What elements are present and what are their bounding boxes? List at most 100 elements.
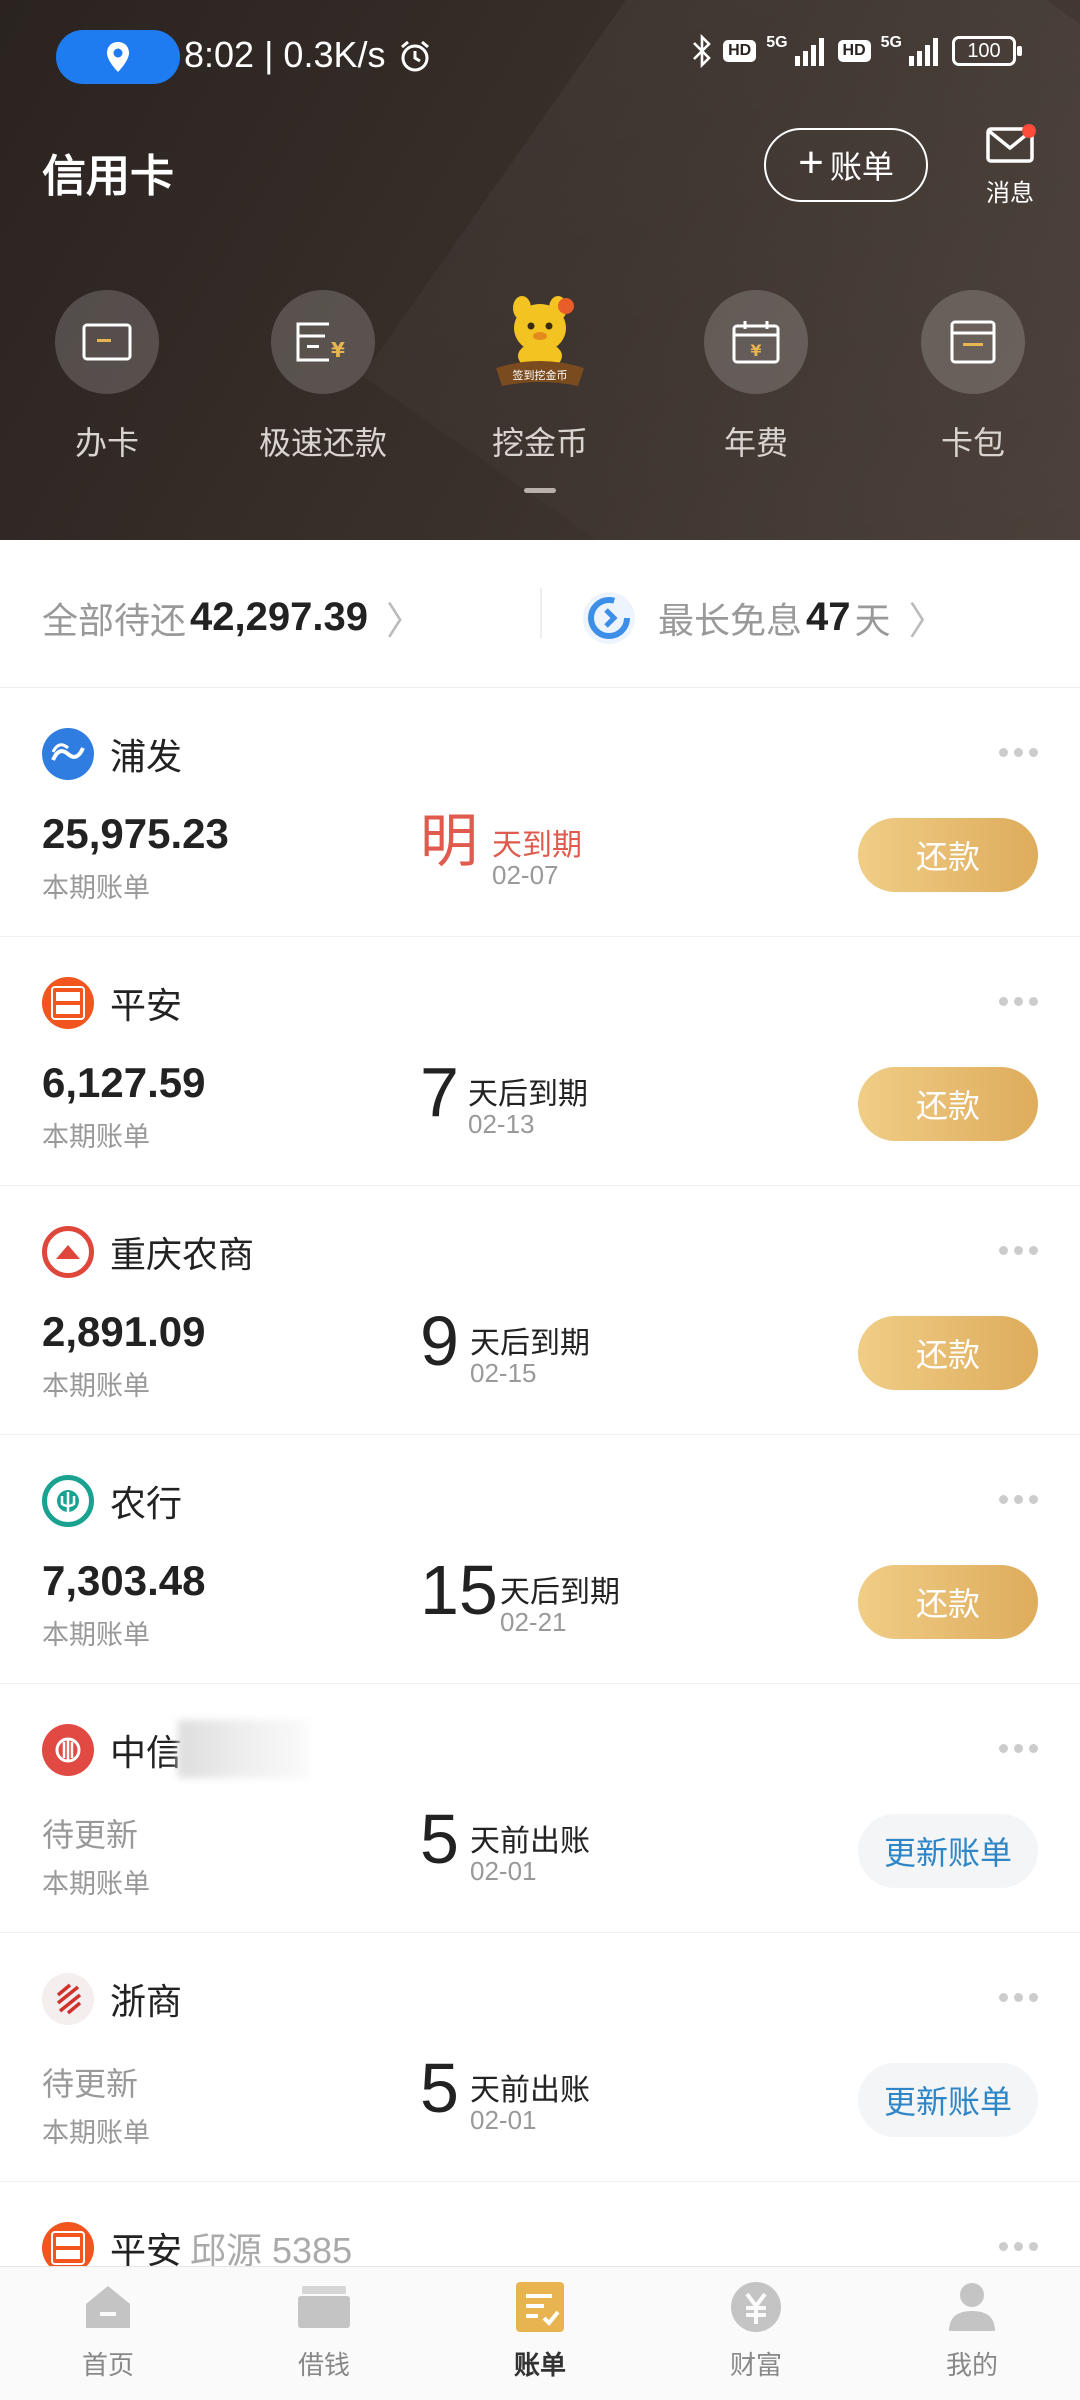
due-days: 15 xyxy=(420,1551,498,1629)
more-icon[interactable] xyxy=(999,1495,1038,1504)
nav-home[interactable]: 首页 xyxy=(0,2279,216,2382)
quick-apply-card[interactable]: 办卡 xyxy=(22,290,192,464)
due-date: 02-01 xyxy=(470,2105,537,2135)
repay-button[interactable]: 还款 xyxy=(858,1067,1038,1141)
bank-name: 浙商 xyxy=(110,1981,183,2022)
nav-label: 首页 xyxy=(81,2350,134,2380)
card-item-cqrcb[interactable]: 重庆农商 2,891.09 本期账单 9 天后到期 02-15 还款 xyxy=(0,1186,1080,1435)
bill-list-icon xyxy=(512,2279,568,2335)
total-due-label: 全部待还 xyxy=(42,599,187,641)
due-days: 明 xyxy=(420,807,479,875)
quick-label: 卡包 xyxy=(940,425,1005,461)
bill-amount-label: 本期账单 xyxy=(42,1122,150,1152)
quick-actions: 办卡 ¥ 极速还款 签到挖金币 挖金币 ¥ 年费 卡包 xyxy=(0,290,1080,490)
hd-badge-2: HD xyxy=(837,40,871,62)
bank-name: 中信 xyxy=(110,1732,183,1773)
bill-amount: 2,891.09 xyxy=(42,1308,206,1355)
unread-dot xyxy=(1022,124,1036,138)
home-icon xyxy=(80,2279,136,2335)
card-item-czbank[interactable]: 浙商 待更新 本期账单 5 天前出账 02-01 更新账单 xyxy=(0,1933,1080,2182)
alarm-icon xyxy=(401,40,429,72)
pingan-logo-icon xyxy=(42,977,94,1029)
bottom-nav: 首页 借钱 账单 财富 我的 xyxy=(0,2266,1080,2400)
update-bill-button[interactable]: 更新账单 xyxy=(858,1814,1038,1888)
citic-logo-icon xyxy=(42,1724,94,1776)
bill-amount: 7,303.48 xyxy=(42,1557,206,1604)
page-title: 信用卡 xyxy=(42,152,174,201)
location-pin-icon xyxy=(107,42,129,72)
more-icon[interactable] xyxy=(999,748,1038,757)
bank-name: 平安 xyxy=(110,985,183,1026)
card-item-spdb[interactable]: 浦发 25,975.23 本期账单 明 天到期 02-07 还款 xyxy=(0,688,1080,937)
total-due[interactable]: 全部待还 42,297.39 〉 xyxy=(42,590,424,645)
svg-text:¥: ¥ xyxy=(750,341,761,360)
repay-button[interactable]: 还款 xyxy=(858,818,1038,892)
nav-label: 我的 xyxy=(945,2350,998,2380)
nav-label: 借钱 xyxy=(297,2350,350,2380)
status-time-speed: 8:02 | 0.3K/s xyxy=(184,34,386,75)
quick-annual-fee[interactable]: ¥ 年费 xyxy=(671,290,841,464)
nav-wealth[interactable]: 财富 xyxy=(648,2279,864,2382)
5g-label-2: 5G xyxy=(880,34,902,51)
fast-repay-icon: ¥ xyxy=(271,290,375,394)
nav-borrow[interactable]: 借钱 xyxy=(216,2279,432,2382)
interest-free[interactable]: 最长免息 47 天 〉 xyxy=(582,590,947,645)
nav-label: 账单 xyxy=(513,2350,566,2380)
quick-card-wallet[interactable]: 卡包 xyxy=(888,290,1058,464)
interest-free-days: 47 xyxy=(806,595,851,639)
quick-label: 极速还款 xyxy=(258,425,387,461)
bill-amount-label: 本期账单 xyxy=(42,1869,150,1899)
czbank-logo-icon xyxy=(42,1973,94,2025)
cqrcb-logo-icon xyxy=(42,1226,94,1278)
borrow-icon xyxy=(296,2279,352,2335)
card-item-citic[interactable]: 中信 待更新 本期账单 5 天前出账 02-01 更新账单 xyxy=(0,1684,1080,1933)
interest-free-unit: 天 xyxy=(854,599,891,641)
signal-icon xyxy=(794,38,824,66)
bank-name: 平安 xyxy=(110,2230,183,2271)
more-icon[interactable] xyxy=(999,1246,1038,1255)
bank-name: 重庆农商 xyxy=(110,1234,255,1275)
card-item-pingan[interactable]: 平安 6,127.59 本期账单 7 天后到期 02-13 还款 xyxy=(0,937,1080,1186)
wealth-icon xyxy=(728,2279,784,2335)
battery-icon: 100 xyxy=(952,36,1022,66)
card-list: 浦发 25,975.23 本期账单 明 天到期 02-07 还款 平安 6,12… xyxy=(0,688,1080,2400)
divider xyxy=(540,588,542,638)
repay-button[interactable]: 还款 xyxy=(858,1316,1038,1390)
card-holder: 邱源 5385 xyxy=(190,2230,353,2271)
repay-button[interactable]: 还款 xyxy=(858,1565,1038,1639)
due-date: 02-15 xyxy=(470,1358,537,1388)
user-icon xyxy=(944,2279,1000,2335)
due-date: 02-13 xyxy=(468,1109,535,1139)
bank-name: 农行 xyxy=(110,1483,183,1524)
page-indicator xyxy=(524,488,556,493)
due-text: 天后到期 xyxy=(500,1576,620,1609)
more-icon[interactable] xyxy=(999,2242,1038,2251)
redacted-patch xyxy=(178,1720,308,1778)
add-bill-label: 账单 xyxy=(829,149,894,185)
abc-logo-icon xyxy=(42,1475,94,1527)
interest-free-label: 最长免息 xyxy=(658,599,803,641)
due-date: 02-07 xyxy=(492,860,559,890)
nav-bills[interactable]: 账单 xyxy=(432,2279,648,2382)
update-bill-button[interactable]: 更新账单 xyxy=(858,2063,1038,2137)
more-icon[interactable] xyxy=(999,997,1038,1006)
due-text: 天前出账 xyxy=(470,1825,590,1858)
nav-mine[interactable]: 我的 xyxy=(864,2279,1080,2382)
more-icon[interactable] xyxy=(999,1744,1038,1753)
due-text: 天后到期 xyxy=(468,1078,588,1111)
card-item-abc[interactable]: 农行 7,303.48 本期账单 15 天后到期 02-21 还款 xyxy=(0,1435,1080,1684)
nav-label: 财富 xyxy=(729,2350,782,2380)
quick-fast-repay[interactable]: ¥ 极速还款 xyxy=(238,290,408,464)
quick-dig-coins[interactable]: 签到挖金币 挖金币 xyxy=(455,290,625,464)
due-text: 天到期 xyxy=(492,829,582,862)
messages-button[interactable]: 消息 xyxy=(980,124,1040,208)
bill-amount: 6,127.59 xyxy=(42,1059,206,1106)
bluetooth-icon xyxy=(693,34,711,68)
spdb-logo-icon xyxy=(42,728,94,780)
bill-amount-label: 本期账单 xyxy=(42,873,150,903)
due-text: 天后到期 xyxy=(470,1327,590,1360)
add-bill-button[interactable]: + 账单 xyxy=(764,128,928,202)
more-icon[interactable] xyxy=(999,1993,1038,2002)
location-pill[interactable] xyxy=(56,30,180,84)
bank-name: 浦发 xyxy=(110,736,183,777)
